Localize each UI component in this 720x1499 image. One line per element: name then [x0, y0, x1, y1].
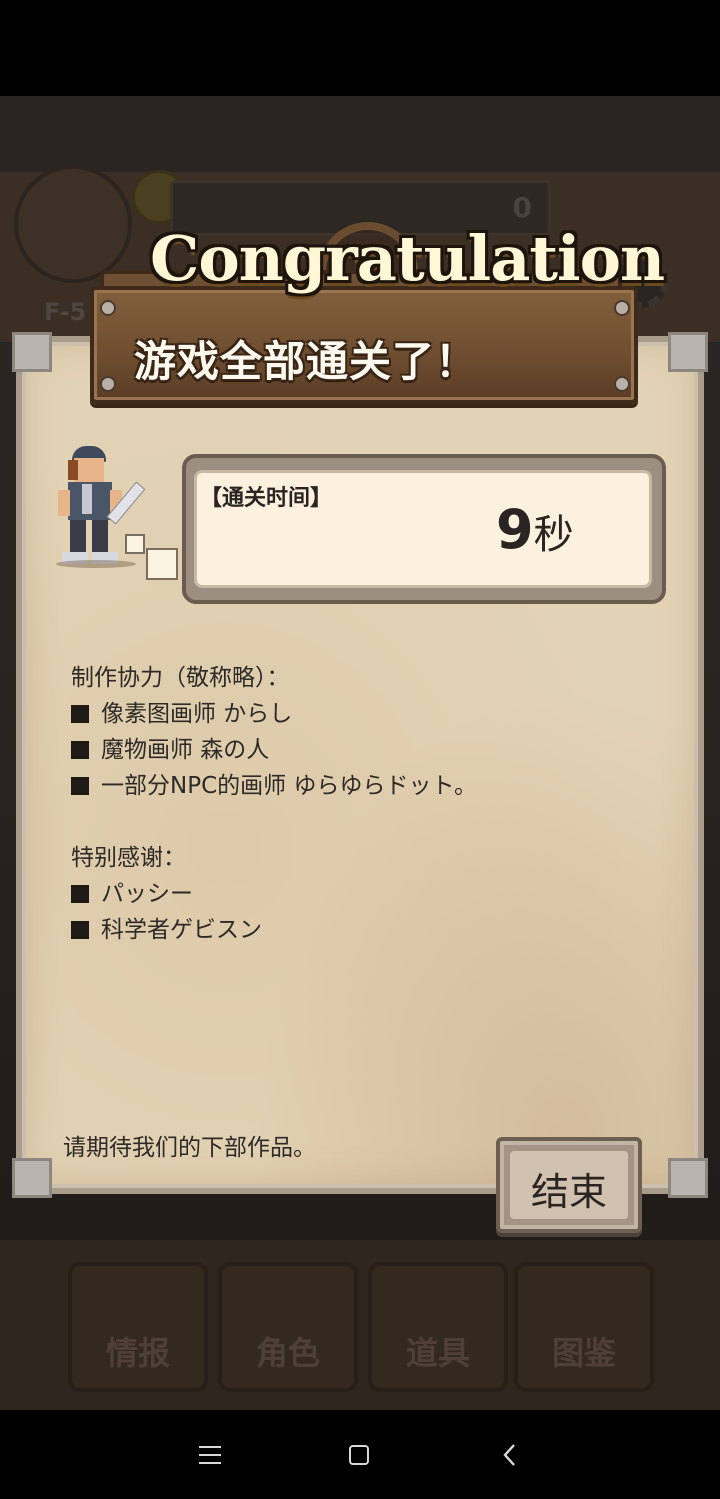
credits-header: 制作协力（敬称略）：	[71, 665, 290, 691]
thanks-item: パッシー	[71, 876, 631, 912]
back-icon[interactable]	[500, 1442, 520, 1468]
tab-encyclopedia: 图鉴	[514, 1262, 654, 1392]
bullet-icon	[71, 741, 89, 759]
tab-items-label: 道具	[405, 1334, 470, 1372]
credit-item-text: 一部分NPC的画师 ゆらゆらドット。	[101, 773, 477, 799]
tab-character: 角色	[218, 1262, 358, 1392]
thanks-item-text: 科学者ゲビスン	[101, 917, 262, 943]
clear-time-unit: 秒	[533, 512, 574, 558]
credit-item: 魔物画师 森の人	[71, 732, 631, 768]
panel-corner-bottom-left	[12, 1158, 52, 1198]
credit-item: 像素图画师 からし	[71, 696, 631, 732]
thanks-item: 科学者ゲビスン	[71, 912, 631, 948]
floor-label: F-5	[44, 298, 87, 326]
tab-info-label: 情报	[105, 1334, 170, 1372]
tab-info: 情报	[68, 1262, 208, 1392]
bullet-icon	[71, 885, 89, 903]
panel-corner-top-right	[668, 332, 708, 372]
rivet	[614, 300, 630, 316]
panel-corner-bottom-right	[668, 1158, 708, 1198]
tab-encyclopedia-label: 图鉴	[551, 1334, 616, 1372]
thought-bubble-small	[125, 534, 145, 554]
end-button-label: 结束	[530, 1170, 607, 1214]
congratulation-banner: Congratulation	[150, 222, 665, 295]
system-nav-bar	[0, 1410, 720, 1499]
credits-section: 制作协力（敬称略）： 像素图画师 からし 魔物画师 森の人 一部分NPC的画师 …	[71, 660, 631, 948]
footer-message: 请期待我们的下部作品。	[63, 1135, 316, 1161]
clear-time-label: 【通关时间】	[200, 486, 333, 511]
home-icon[interactable]	[349, 1445, 369, 1465]
bullet-icon	[71, 705, 89, 723]
coin-value: 0	[512, 191, 532, 224]
recent-apps-icon[interactable]	[199, 1446, 221, 1464]
thanks-header: 特别感谢：	[71, 845, 186, 871]
credit-item: 一部分NPC的画师 ゆらゆらドット。	[71, 768, 631, 804]
panel-corner-top-left	[12, 332, 52, 372]
tab-items: 道具	[368, 1262, 508, 1392]
thanks-item-text: パッシー	[101, 881, 193, 907]
end-button[interactable]: 结束	[496, 1137, 642, 1233]
bullet-icon	[71, 777, 89, 795]
tab-character-label: 角色	[255, 1334, 320, 1372]
credit-item-text: 像素图画师 からし	[101, 701, 293, 727]
credit-item-text: 魔物画师 森の人	[101, 737, 270, 763]
thought-bubble-large	[146, 548, 178, 580]
rivet	[100, 376, 116, 392]
rivet	[614, 376, 630, 392]
clear-time-value: 9秒	[496, 498, 574, 561]
treasure-chest-icon	[14, 165, 132, 283]
bullet-icon	[71, 921, 89, 939]
rivet	[100, 300, 116, 316]
clear-time-number: 9	[496, 498, 534, 561]
dialog-title: 游戏全部通关了！	[134, 337, 479, 386]
